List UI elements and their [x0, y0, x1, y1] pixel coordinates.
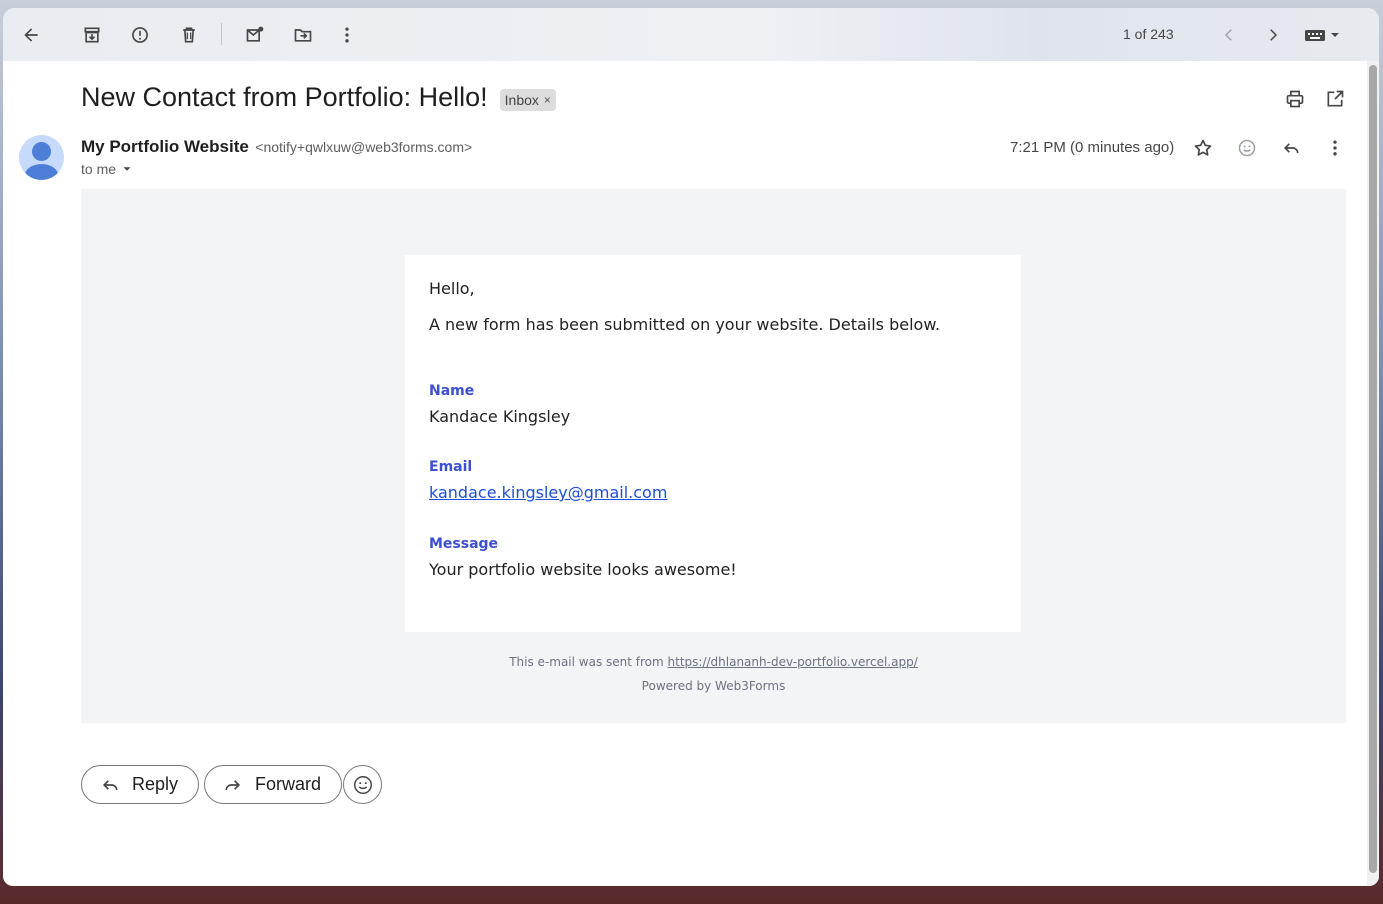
label-text: Inbox	[504, 91, 539, 108]
inbox-label-chip[interactable]: Inbox ×	[499, 88, 556, 111]
email-timestamp: 7:21 PM (0 minutes ago)	[1010, 139, 1175, 156]
field-value: Your portfolio website looks awesome!	[429, 560, 737, 579]
field-message: Message Your portfolio website looks awe…	[429, 536, 737, 579]
reply-button[interactable]: Reply	[81, 765, 200, 804]
greeting: Hello,	[429, 279, 475, 298]
sender-line: My Portfolio Website <notify+qwlxuw@web3…	[81, 137, 472, 157]
recipient-text: to me	[81, 161, 117, 177]
sender-name: My Portfolio Website	[81, 137, 249, 156]
recipient-details[interactable]: to me	[81, 161, 134, 177]
sender-email: <notify+qwlxuw@web3forms.com>	[255, 139, 473, 155]
intro-text: A new form has been submitted on your we…	[429, 315, 941, 334]
smiley-icon	[353, 775, 372, 794]
sent-from-note: This e-mail was sent from https://dhlana…	[81, 655, 1346, 669]
toolbar: 1 of 243	[3, 8, 1379, 61]
field-label: Email	[429, 459, 473, 475]
report-spam-icon[interactable]	[126, 21, 154, 49]
field-name: Name Kandace Kingsley	[429, 383, 570, 426]
emoji-react-button[interactable]	[343, 765, 382, 804]
remove-label-icon[interactable]: ×	[544, 93, 551, 107]
powered-by-note: Powered by Web3Forms	[641, 679, 786, 693]
star-icon[interactable]	[1191, 136, 1215, 160]
chevron-left-icon[interactable]	[1215, 21, 1243, 49]
back-arrow-icon[interactable]	[17, 21, 45, 49]
reply-icon[interactable]	[1279, 136, 1303, 160]
more-vert-icon[interactable]	[333, 21, 361, 49]
form-details-card: Hello, A new form has been submitted on …	[405, 255, 1021, 632]
move-to-icon[interactable]	[289, 21, 317, 49]
subject-text: New Contact from Portfolio: Hello!	[81, 82, 488, 112]
field-label: Message	[429, 536, 499, 552]
email-window: 1 of 243 New Contact from Portfolio: Hel…	[3, 8, 1379, 886]
field-email: Email kandace.kingsley@gmail.com	[429, 459, 667, 502]
scrollbar-thumb[interactable]	[1369, 65, 1377, 873]
email-link[interactable]: kandace.kingsley@gmail.com	[429, 483, 667, 502]
sender-avatar	[19, 135, 64, 180]
email-subject: New Contact from Portfolio: Hello! Inbox…	[81, 82, 556, 113]
chevron-right-icon[interactable]	[1259, 21, 1287, 49]
reply-icon	[102, 779, 118, 790]
reply-label: Reply	[132, 774, 179, 794]
caret-down-icon[interactable]	[120, 162, 134, 176]
field-label: Name	[429, 383, 475, 399]
toolbar-divider	[221, 23, 222, 45]
forward-label: Forward	[255, 774, 322, 794]
pagination-count: 1 of 243	[1123, 26, 1174, 42]
archive-icon[interactable]	[78, 21, 106, 49]
keyboard-icon[interactable]	[1301, 21, 1343, 49]
forward-icon	[225, 779, 241, 790]
forward-button[interactable]: Forward	[204, 765, 343, 804]
emoji-reaction-icon[interactable]	[1235, 136, 1259, 160]
website-link[interactable]: https://dhlananh-dev-portfolio.vercel.ap…	[668, 655, 918, 669]
mark-unread-icon[interactable]	[241, 21, 269, 49]
open-in-new-window-icon[interactable]	[1324, 88, 1346, 110]
more-options-icon[interactable]	[1323, 136, 1347, 160]
email-body: Hello, A new form has been submitted on …	[81, 189, 1346, 723]
delete-icon[interactable]	[175, 21, 203, 49]
field-value: Kandace Kingsley	[429, 407, 571, 426]
sent-from-prefix: This e-mail was sent from	[509, 655, 668, 669]
print-icon[interactable]	[1284, 88, 1306, 110]
